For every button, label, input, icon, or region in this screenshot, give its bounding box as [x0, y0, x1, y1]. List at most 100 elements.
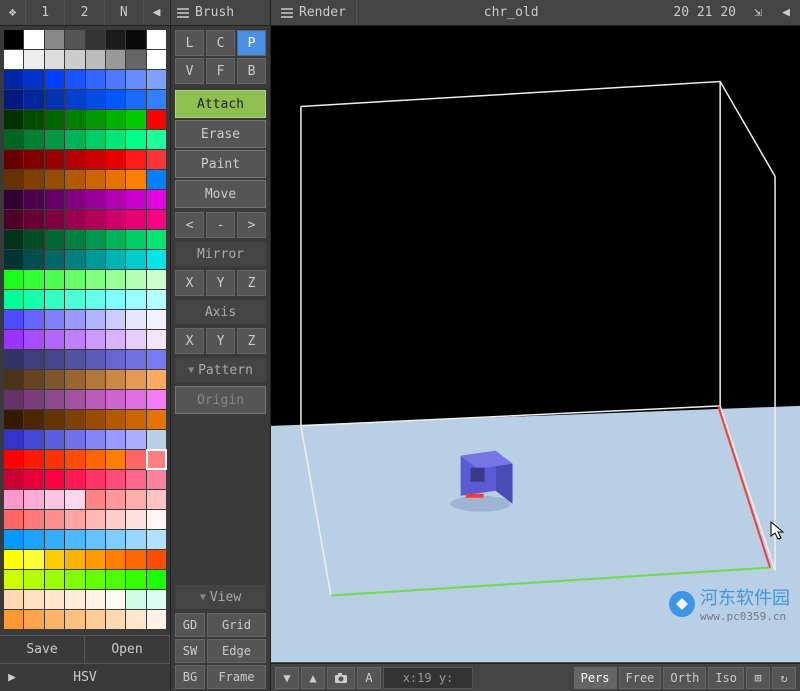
brush-mode-b[interactable]: B: [237, 58, 266, 84]
color-swatch[interactable]: [147, 530, 166, 549]
color-swatch[interactable]: [126, 150, 145, 169]
color-swatch[interactable]: [126, 310, 145, 329]
color-swatch[interactable]: [147, 390, 166, 409]
color-swatch[interactable]: [45, 50, 64, 69]
view-option-edge[interactable]: Edge: [207, 639, 266, 663]
color-swatch[interactable]: [126, 70, 145, 89]
color-swatch[interactable]: [4, 290, 23, 309]
color-swatch[interactable]: [86, 530, 105, 549]
color-swatch[interactable]: [24, 310, 43, 329]
color-swatch[interactable]: [24, 110, 43, 129]
color-swatch[interactable]: [24, 50, 43, 69]
color-swatch[interactable]: [86, 430, 105, 449]
color-swatch[interactable]: [65, 390, 84, 409]
color-swatch[interactable]: [126, 610, 145, 629]
color-swatch[interactable]: [45, 270, 64, 289]
color-swatch[interactable]: [106, 410, 125, 429]
color-swatch[interactable]: [86, 150, 105, 169]
axis-y[interactable]: Y: [206, 328, 235, 354]
color-swatch[interactable]: [45, 390, 64, 409]
color-swatch[interactable]: [4, 50, 23, 69]
color-swatch[interactable]: [106, 570, 125, 589]
refresh-icon[interactable]: ↻: [772, 667, 796, 689]
color-swatch[interactable]: [106, 430, 125, 449]
color-swatch[interactable]: [106, 550, 125, 569]
color-swatch[interactable]: [65, 510, 84, 529]
color-swatch[interactable]: [65, 430, 84, 449]
color-swatch[interactable]: [147, 590, 166, 609]
color-swatch[interactable]: [45, 570, 64, 589]
color-swatch[interactable]: [24, 170, 43, 189]
color-swatch[interactable]: [24, 590, 43, 609]
color-swatch[interactable]: [126, 330, 145, 349]
hamburger-icon[interactable]: [177, 8, 189, 18]
color-swatch[interactable]: [4, 230, 23, 249]
view-option-frame[interactable]: Frame: [207, 665, 266, 689]
color-swatch[interactable]: [24, 130, 43, 149]
paint-button[interactable]: Paint: [175, 150, 266, 178]
color-swatch[interactable]: [126, 90, 145, 109]
color-swatch[interactable]: [24, 510, 43, 529]
color-swatch[interactable]: [65, 170, 84, 189]
color-swatch[interactable]: [86, 230, 105, 249]
color-swatch[interactable]: [4, 490, 23, 509]
color-swatch[interactable]: [65, 190, 84, 209]
color-swatch[interactable]: [147, 570, 166, 589]
color-swatch[interactable]: [4, 170, 23, 189]
camera-icon[interactable]: [327, 667, 355, 689]
color-swatch[interactable]: [106, 230, 125, 249]
color-swatch[interactable]: [4, 330, 23, 349]
color-swatch[interactable]: [45, 370, 64, 389]
color-swatch[interactable]: [106, 70, 125, 89]
color-swatch[interactable]: [65, 50, 84, 69]
color-swatch[interactable]: [4, 430, 23, 449]
color-swatch[interactable]: [147, 230, 166, 249]
brush-next-button[interactable]: >: [237, 212, 266, 238]
color-swatch[interactable]: [65, 130, 84, 149]
color-swatch[interactable]: [24, 70, 43, 89]
color-swatch[interactable]: [4, 450, 23, 469]
color-swatch[interactable]: [147, 90, 166, 109]
color-swatch[interactable]: [106, 610, 125, 629]
color-swatch[interactable]: [86, 210, 105, 229]
vb-up-icon[interactable]: ▲: [301, 667, 325, 689]
color-swatch[interactable]: [65, 30, 84, 49]
color-swatch[interactable]: [24, 270, 43, 289]
save-button[interactable]: Save: [0, 636, 85, 663]
origin-button[interactable]: Origin: [175, 386, 266, 414]
color-swatch[interactable]: [126, 270, 145, 289]
brush-mode-f[interactable]: F: [206, 58, 235, 84]
color-swatch[interactable]: [4, 150, 23, 169]
color-swatch[interactable]: [126, 190, 145, 209]
color-swatch[interactable]: [126, 570, 145, 589]
color-swatch[interactable]: [24, 570, 43, 589]
color-swatch[interactable]: [4, 370, 23, 389]
color-swatch[interactable]: [86, 610, 105, 629]
color-swatch[interactable]: [106, 190, 125, 209]
color-swatch[interactable]: [147, 490, 166, 509]
axis-x[interactable]: X: [175, 328, 204, 354]
open-button[interactable]: Open: [85, 636, 170, 663]
attach-button[interactable]: Attach: [175, 90, 266, 118]
viewport-3d[interactable]: 河东软件园 www.pc0359.cn: [271, 26, 800, 663]
color-swatch[interactable]: [24, 430, 43, 449]
color-swatch[interactable]: [86, 390, 105, 409]
color-swatch[interactable]: [65, 150, 84, 169]
color-swatch[interactable]: [106, 50, 125, 69]
color-swatch[interactable]: [106, 510, 125, 529]
color-swatch[interactable]: [45, 170, 64, 189]
color-swatch[interactable]: [24, 610, 43, 629]
color-swatch[interactable]: [65, 530, 84, 549]
brush-prev-button[interactable]: <: [175, 212, 204, 238]
axis-z[interactable]: Z: [237, 328, 266, 354]
color-swatch[interactable]: [126, 30, 145, 49]
color-swatch[interactable]: [147, 190, 166, 209]
color-swatch[interactable]: [45, 150, 64, 169]
color-swatch[interactable]: [4, 550, 23, 569]
color-swatch[interactable]: [24, 410, 43, 429]
color-swatch[interactable]: [106, 270, 125, 289]
color-swatch[interactable]: [126, 590, 145, 609]
color-swatch[interactable]: [147, 110, 166, 129]
color-swatch[interactable]: [106, 150, 125, 169]
color-swatch[interactable]: [45, 550, 64, 569]
